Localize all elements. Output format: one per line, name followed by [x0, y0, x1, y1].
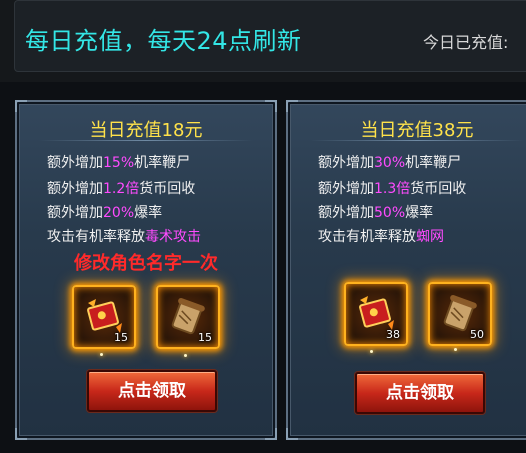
perk-suffix: 机率鞭尸: [134, 155, 191, 171]
perk-value: 毒术攻击: [145, 229, 201, 245]
perk-line: 额外增加1.2倍货币回收: [47, 178, 195, 198]
perk-prefix: 攻击有机率释放: [318, 229, 416, 245]
recharge-header: 每日充值，每天24点刷新 今日已充值:: [14, 0, 526, 72]
sparkle: [370, 350, 373, 353]
today-recharged-label: 今日已充值:: [423, 33, 509, 52]
perk-line: 额外增加15%机率鞭尸: [47, 152, 190, 172]
perk-prefix: 额外增加: [318, 205, 374, 221]
item-quantity: 50: [470, 328, 484, 341]
claim-button[interactable]: 点击领取: [87, 370, 217, 412]
sparkle: [454, 348, 457, 351]
perk-prefix: 额外增加: [47, 205, 103, 221]
item-quantity: 15: [114, 331, 128, 344]
item-quantity: 15: [198, 331, 212, 344]
page-title: 每日充值，每天24点刷新: [25, 27, 302, 55]
perk-line: 额外增加20%爆率: [47, 202, 162, 222]
perk-prefix: 额外增加: [318, 155, 374, 171]
perk-line: 攻击有机率释放蜘网: [318, 226, 444, 246]
perk-line: 额外增加50%爆率: [318, 202, 433, 222]
frame-corner: [265, 428, 277, 440]
perk-value: 20%: [103, 205, 135, 221]
perk-line: 攻击有机率释放毒术攻击: [47, 226, 201, 246]
card-title: 当日充值18元: [89, 120, 203, 141]
perk-line: 额外增加30%机率鞭尸: [318, 152, 461, 172]
claim-button[interactable]: 点击领取: [355, 372, 485, 414]
sparkle: [100, 353, 103, 356]
perk-value: 蜘网: [416, 229, 444, 245]
frame-corner: [286, 100, 298, 112]
perk-prefix: 额外增加: [47, 155, 103, 171]
title-divider: [310, 140, 524, 141]
sparkle: [184, 354, 187, 357]
frame-corner: [265, 100, 277, 112]
perk-value: 1.3倍: [374, 181, 411, 197]
perk-value: 1.2倍: [103, 181, 140, 197]
perk-value: 50%: [374, 205, 406, 221]
reward-item-slot[interactable]: 15: [156, 285, 220, 349]
perk-suffix: 爆率: [405, 205, 434, 221]
reward-card-38: 当日充值38元 额外增加30%机率鞭尸 额外增加1.3倍货币回收 额外增加50%…: [286, 100, 526, 440]
perk-prefix: 额外增加: [318, 181, 374, 197]
perk-suffix: 货币回收: [139, 181, 196, 197]
reward-card-18: 当日充值18元 额外增加15%机率鞭尸 额外增加1.2倍货币回收 额外增加20%…: [15, 100, 277, 440]
perk-value: 30%: [374, 155, 406, 171]
perk-value: 15%: [103, 155, 135, 171]
perk-suffix: 机率鞭尸: [405, 155, 462, 171]
reward-item-slot[interactable]: 15: [72, 285, 136, 349]
perk-prefix: 额外增加: [47, 181, 103, 197]
perk-line: 额外增加1.3倍货币回收: [318, 178, 466, 198]
perk-prefix: 攻击有机率释放: [47, 229, 145, 245]
card-title: 当日充值38元: [360, 120, 474, 141]
reward-item-slot[interactable]: 50: [428, 282, 492, 346]
title-divider: [39, 140, 253, 141]
frame-corner: [15, 100, 27, 112]
perk-suffix: 爆率: [134, 205, 163, 221]
reward-item-slot[interactable]: 38: [344, 282, 408, 346]
rename-bonus: 修改角色名字一次: [74, 253, 218, 274]
item-quantity: 38: [386, 328, 400, 341]
perk-suffix: 货币回收: [410, 181, 467, 197]
frame-corner: [286, 428, 298, 440]
frame-corner: [15, 428, 27, 440]
